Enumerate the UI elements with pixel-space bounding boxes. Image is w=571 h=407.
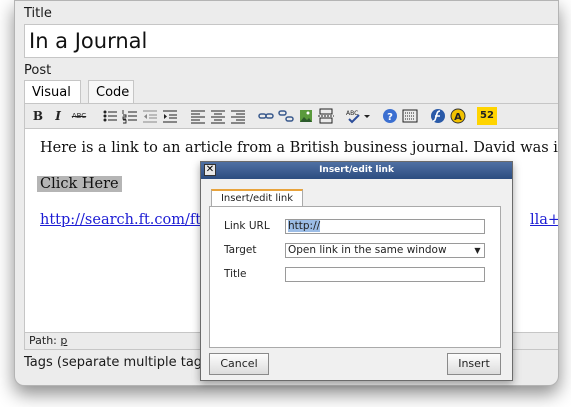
more-tag-icon[interactable] <box>317 107 335 125</box>
bold-button[interactable]: B <box>29 107 47 125</box>
numbered-list-icon[interactable] <box>121 107 139 125</box>
svg-text:?: ? <box>387 112 393 123</box>
unlink-icon[interactable] <box>277 107 295 125</box>
dialog-tab-insert-link[interactable]: Insert/edit link <box>211 189 303 207</box>
flash-icon[interactable] <box>429 107 447 125</box>
link-url-input[interactable]: http:// <box>285 219 485 234</box>
tab-visual[interactable]: Visual <box>24 80 81 103</box>
target-value: Open link in the same window <box>288 244 447 256</box>
link-url-value: http:// <box>288 220 321 232</box>
insert-button[interactable]: Insert <box>447 353 501 375</box>
svg-text:A: A <box>454 112 462 123</box>
svg-text:ABC: ABC <box>346 110 358 117</box>
title-input[interactable]: In a Journal <box>24 24 558 58</box>
post-label: Post <box>24 63 52 78</box>
target-select[interactable]: Open link in the same window ▼ <box>285 243 485 258</box>
tab-code[interactable]: Code <box>88 80 134 103</box>
selected-text[interactable]: Click Here <box>37 176 122 192</box>
target-label: Target <box>224 244 257 256</box>
align-center-icon[interactable] <box>209 107 227 125</box>
audio-icon[interactable]: A <box>449 107 467 125</box>
cancel-button[interactable]: Cancel <box>209 353 269 375</box>
dialog-title: Insert/edit link <box>201 162 512 179</box>
align-left-icon[interactable] <box>189 107 207 125</box>
editor-toolbar: B I ABC ABC ? A 52 <box>24 103 558 129</box>
close-icon[interactable]: ✕ <box>204 164 216 176</box>
more-button[interactable]: 52 <box>477 107 497 125</box>
path-value[interactable]: p <box>60 334 67 347</box>
image-icon[interactable] <box>297 107 315 125</box>
tags-label: Tags (separate multiple tags <box>24 355 209 370</box>
outdent-icon[interactable] <box>141 107 159 125</box>
title-label: Title <box>24 6 52 21</box>
help-icon[interactable]: ? <box>381 107 399 125</box>
path-label: Path: <box>29 334 57 347</box>
strikethrough-button[interactable]: ABC <box>69 107 89 125</box>
bullet-list-icon[interactable] <box>101 107 119 125</box>
article-link[interactable]: http://search.ft.com/ftA <box>40 212 212 228</box>
kitchen-sink-icon[interactable] <box>401 107 419 125</box>
link-icon[interactable] <box>257 107 275 125</box>
spellcheck-icon[interactable]: ABC <box>345 107 371 125</box>
align-right-icon[interactable] <box>229 107 247 125</box>
link-url-label: Link URL <box>224 220 270 232</box>
paragraph-text: Here is a link to an article from a Brit… <box>40 140 559 156</box>
insert-link-dialog: Insert/edit link ✕ Insert/edit link Link… <box>200 161 513 381</box>
indent-icon[interactable] <box>161 107 179 125</box>
dialog-panel: Link URL http:// Target Open link in the… <box>209 206 501 348</box>
link-title-label: Title <box>224 268 247 280</box>
italic-button[interactable]: I <box>49 107 67 125</box>
chevron-down-icon: ▼ <box>474 246 481 255</box>
link-title-input[interactable] <box>285 267 485 282</box>
article-link-tail[interactable]: lla+br <box>530 212 558 228</box>
